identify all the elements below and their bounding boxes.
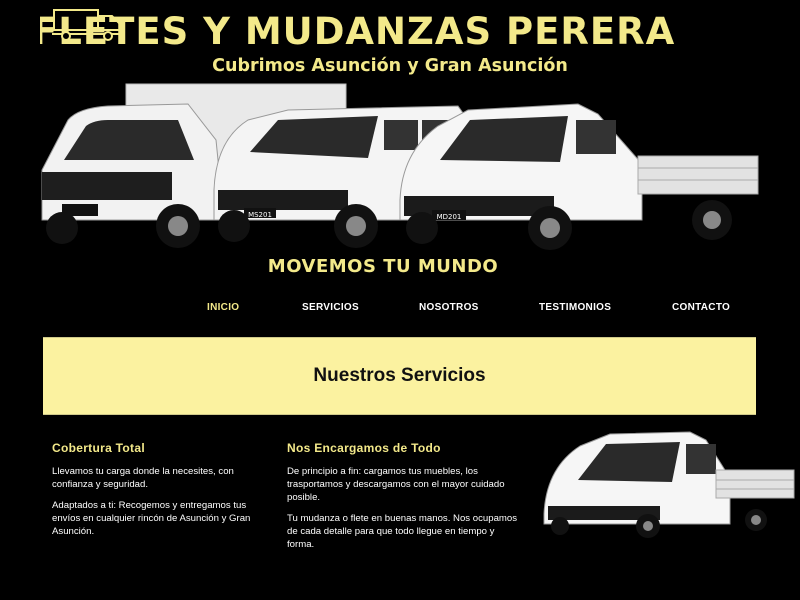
- pickup-truck-image: [543, 431, 795, 538]
- trucks-hero-image: MS201 MD201: [41, 83, 759, 250]
- nav-item-servicios[interactable]: SERVICIOS: [302, 302, 359, 313]
- nav-item-inicio[interactable]: INICIO: [207, 302, 239, 313]
- plate-ms201: MS201: [248, 211, 272, 219]
- nav-item-testimonios[interactable]: TESTIMONIOS: [539, 302, 611, 313]
- service-full-handling-text-2: Tu mudanza o flete en buenas manos. Nos …: [287, 513, 518, 550]
- main-nav: INICIO SERVICIOS NOSOTROS TESTIMONIOS CO…: [0, 296, 800, 320]
- nav-item-contacto[interactable]: CONTACTO: [672, 302, 730, 313]
- services-heading: Nuestros Servicios: [313, 365, 486, 386]
- hero-tagline: MOVEMOS TU MUNDO: [267, 256, 499, 277]
- pickup-truck-illustration: MD201: [399, 103, 759, 250]
- services-banner: Nuestros Servicios: [43, 337, 756, 415]
- service-coverage: Cobertura Total Llevamos tu carga donde …: [52, 441, 274, 546]
- service-coverage-text-1: Llevamos tu carga donde la necesites, co…: [52, 466, 234, 490]
- service-coverage-title: Cobertura Total: [52, 441, 145, 455]
- service-full-handling-text-1: De principio a fin: cargamos tus muebles…: [287, 466, 505, 503]
- hero-title: FLETES Y MUDANZAS PERERA: [40, 10, 676, 53]
- nav-item-nosotros[interactable]: NOSOTROS: [419, 302, 479, 313]
- service-full-handling-title: Nos Encargamos de Todo: [287, 441, 441, 455]
- hero-subtitle: Cubrimos Asunción y Gran Asunción: [212, 56, 568, 76]
- truck-logo-icon: [52, 9, 122, 41]
- plate-md201: MD201: [437, 213, 462, 221]
- service-coverage-text-2: Adaptados a ti: Recogemos y entregamos t…: [52, 500, 251, 537]
- service-full-handling: Nos Encargamos de Todo De principio a fi…: [287, 441, 519, 559]
- hero-section: FLETES Y MUDANZAS PERERA Cubrimos Asunci…: [0, 0, 800, 290]
